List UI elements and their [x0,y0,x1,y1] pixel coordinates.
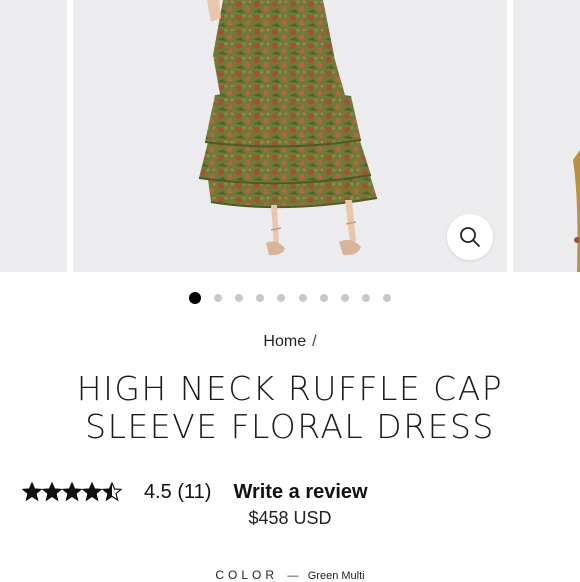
carousel-dot[interactable] [235,294,244,302]
star-icon [102,482,122,502]
star-icon [42,482,62,502]
carousel-dot[interactable] [188,292,201,304]
star-icon [82,482,102,502]
zoom-button[interactable] [447,214,493,260]
carousel-dot[interactable] [362,294,371,302]
search-icon [460,227,480,247]
product-image-gallery[interactable] [0,0,580,272]
carousel-dot[interactable] [298,294,307,302]
breadcrumb-home-link[interactable]: Home [263,333,306,350]
rating-row: 4.5 (11) Write a review [22,478,368,506]
color-selected-value: Green Multi [307,570,365,582]
dress-photo [198,0,378,256]
rating-summary: 4.5 (11) [144,480,212,503]
star-rating [22,482,122,502]
carousel-dot[interactable] [319,294,328,302]
carousel-pagination [0,291,580,305]
color-dash: — [287,570,299,582]
breadcrumb-separator: / [312,333,317,350]
star-icon [22,482,42,502]
next-slide-preview [573,150,580,272]
next-slide-image[interactable] [513,0,580,272]
write-review-link[interactable]: Write a review [233,481,367,504]
previous-slide-image[interactable] [0,0,67,272]
breadcrumb: Home / [0,333,580,351]
carousel-dot[interactable] [383,294,392,302]
product-price: $458 USD [248,508,332,528]
carousel-dot[interactable] [340,294,349,302]
product-image-main[interactable] [73,0,507,272]
carousel-dot[interactable] [277,294,286,302]
carousel-dot[interactable] [256,294,265,302]
carousel-dot[interactable] [213,294,222,302]
star-icon [62,482,82,502]
product-title: HIGH NECK RUFFLE CAP SLEEVE FLORAL DRESS [76,369,504,446]
